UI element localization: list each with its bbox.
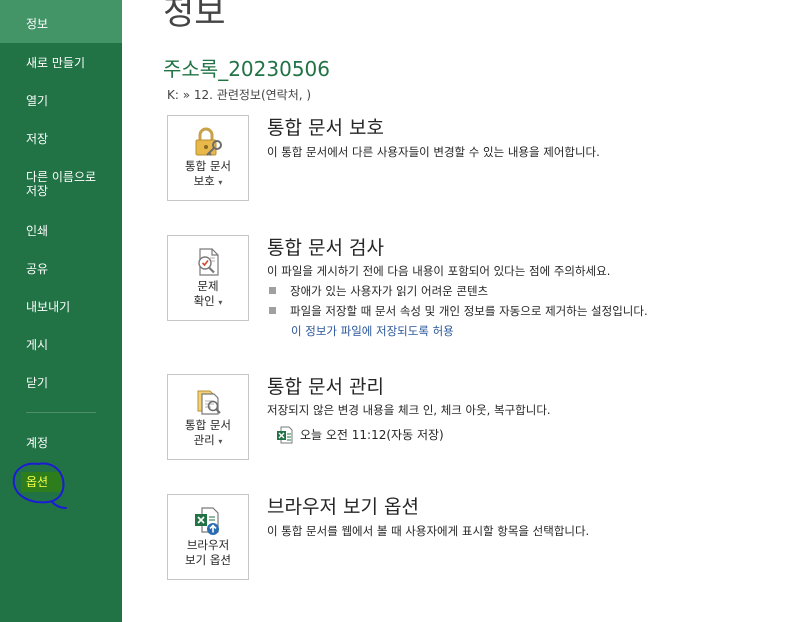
- manage-workbook-icon: [197, 390, 221, 415]
- nav-item-label: 인쇄: [26, 224, 49, 238]
- nav-item-label: 계정: [26, 436, 49, 450]
- nav-item-label: 옵션: [26, 475, 49, 489]
- tile-label: 관리 ▾: [168, 433, 248, 449]
- nav-item-export[interactable]: 내보내기: [0, 300, 122, 314]
- nav-item-open[interactable]: 열기: [0, 94, 122, 108]
- backstage-sidebar: 정보 새로 만들기 열기 저장 다른 이름으로 저장 인쇄 공유 내보내기 게시…: [0, 0, 122, 622]
- tile-label: 보호 ▾: [168, 174, 248, 190]
- nav-item-save-as[interactable]: 다른 이름으로 저장: [0, 170, 122, 198]
- allow-save-info-link[interactable]: 이 정보가 파일에 저장되도록 허용: [291, 324, 454, 339]
- nav-item-label: 게시: [26, 338, 49, 352]
- browser-view-options-icon: [195, 507, 219, 535]
- lock-key-icon: [195, 127, 222, 156]
- tile-label-text: 보호: [193, 174, 215, 188]
- excel-file-icon: [277, 426, 293, 444]
- tile-label: 통합 문서: [185, 159, 231, 173]
- nav-item-share[interactable]: 공유: [0, 262, 122, 276]
- protect-workbook-button[interactable]: 통합 문서 보호 ▾: [167, 115, 249, 201]
- nav-item-label: 닫기: [26, 376, 49, 390]
- manage-workbook-button[interactable]: 통합 문서 관리 ▾: [167, 374, 249, 460]
- nav-item-label: 내보내기: [26, 300, 71, 314]
- nav-item-label: 공유: [26, 262, 49, 276]
- page-title: 정보: [163, 0, 226, 33]
- inspect-document-icon: [198, 248, 219, 276]
- file-name: 주소록_20230506: [163, 57, 330, 81]
- tile-label: 브라우저: [186, 538, 230, 552]
- inspect-bullet: 파일을 저장할 때 문서 속성 및 개인 정보를 자동으로 제거하는 설정입니다…: [269, 304, 648, 319]
- nav-item-label: 저장: [26, 132, 49, 146]
- tile-label: 문제: [197, 279, 219, 293]
- nav-item-new[interactable]: 새로 만들기: [0, 56, 122, 70]
- section-description: 이 통합 문서에서 다른 사용자들이 변경할 수 있는 내용을 제어합니다.: [267, 145, 600, 159]
- section-description: 이 파일을 게시하기 전에 다음 내용이 포함되어 있다는 점에 주의하세요.: [267, 264, 611, 278]
- nav-item-label: 새로 만들기: [26, 56, 86, 70]
- chevron-down-icon: ▾: [218, 437, 223, 446]
- file-path[interactable]: K: » 12. 관련정보(연락처, ): [167, 88, 311, 103]
- section-description: 저장되지 않은 변경 내용을 체크 인, 체크 아웃, 복구합니다.: [267, 403, 551, 417]
- section-description: 이 통합 문서를 웹에서 볼 때 사용자에게 표시할 항목을 선택합니다.: [267, 524, 590, 538]
- nav-item-account[interactable]: 계정: [0, 436, 122, 450]
- tile-label: 보기 옵션: [185, 553, 231, 567]
- sidebar-divider: [26, 412, 96, 413]
- nav-item-label: 열기: [26, 94, 49, 108]
- section-title: 통합 문서 관리: [267, 376, 384, 398]
- bullet-text: 장애가 있는 사용자가 읽기 어려운 콘텐츠: [290, 284, 489, 298]
- bullet-square-icon: [269, 307, 276, 314]
- bullet-square-icon: [269, 287, 276, 294]
- check-for-issues-button[interactable]: 문제 확인 ▾: [167, 235, 249, 321]
- section-title: 통합 문서 검사: [267, 237, 384, 259]
- tile-label-text: 확인: [193, 294, 215, 308]
- nav-item-publish[interactable]: 게시: [0, 338, 122, 352]
- nav-item-save[interactable]: 저장: [0, 132, 122, 146]
- tile-label: 확인 ▾: [168, 294, 248, 310]
- tile-label: 통합 문서: [185, 418, 231, 432]
- nav-item-label: 다른 이름으로 저장: [26, 170, 97, 198]
- nav-item-info[interactable]: 정보: [0, 0, 122, 43]
- version-text: 오늘 오전 11:12(자동 저장): [300, 428, 444, 442]
- tile-label-text: 관리: [193, 433, 215, 447]
- nav-item-close[interactable]: 닫기: [0, 376, 122, 390]
- nav-item-print[interactable]: 인쇄: [0, 224, 122, 238]
- chevron-down-icon: ▾: [218, 178, 223, 187]
- browser-view-options-button[interactable]: 브라우저 보기 옵션: [167, 494, 249, 580]
- nav-item-label: 정보: [26, 17, 49, 31]
- inspect-bullet: 장애가 있는 사용자가 읽기 어려운 콘텐츠: [269, 284, 488, 299]
- chevron-down-icon: ▾: [218, 298, 223, 307]
- bullet-text: 파일을 저장할 때 문서 속성 및 개인 정보를 자동으로 제거하는 설정입니다…: [290, 304, 648, 318]
- section-title: 브라우저 보기 옵션: [267, 496, 419, 518]
- nav-item-options[interactable]: 옵션: [0, 475, 122, 489]
- section-title: 통합 문서 보호: [267, 117, 384, 139]
